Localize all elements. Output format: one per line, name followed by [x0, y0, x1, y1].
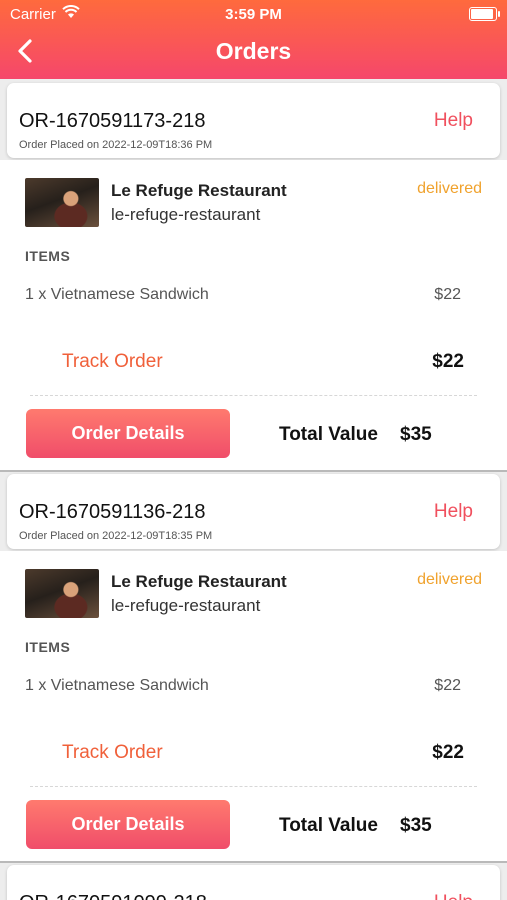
order-status: delivered: [417, 571, 482, 588]
help-link[interactable]: Help: [434, 892, 473, 900]
status-time: 3:59 PM: [225, 6, 282, 23]
total-value-label: Total Value: [279, 815, 378, 836]
page-title: Orders: [215, 38, 292, 64]
status-bar: Carrier 3:59 PM: [0, 0, 507, 28]
order-subtotal: $22: [432, 742, 464, 763]
help-link[interactable]: Help: [434, 110, 473, 132]
item-name: 1 x Vietnamese Sandwich: [25, 286, 209, 303]
order-id: OR-1670591173-218: [19, 110, 206, 132]
order-subtotal: $22: [432, 351, 464, 372]
track-order-link[interactable]: Track Order: [62, 742, 163, 764]
restaurant-thumbnail: [25, 569, 99, 618]
total-value-label: Total Value: [279, 424, 378, 445]
order-id: OR-1670591136-218: [19, 501, 206, 523]
track-order-link[interactable]: Track Order: [62, 351, 163, 373]
order-body: Le Refuge Restaurant le-refuge-restauran…: [0, 160, 507, 472]
items-heading: ITEMS: [25, 639, 71, 655]
dashed-divider: [30, 395, 477, 396]
restaurant-slug: le-refuge-restaurant: [111, 596, 261, 615]
order-status: delivered: [417, 180, 482, 197]
restaurant-name: Le Refuge Restaurant: [111, 572, 287, 591]
order-header-card: OR-1670591173-218 Order Placed on 2022-1…: [7, 83, 500, 158]
order-id: OR-1670591099-218: [19, 892, 207, 900]
order-details-button[interactable]: Order Details: [26, 800, 230, 849]
restaurant-name: Le Refuge Restaurant: [111, 181, 287, 200]
items-heading: ITEMS: [25, 248, 71, 264]
item-name: 1 x Vietnamese Sandwich: [25, 677, 209, 694]
dashed-divider: [30, 786, 477, 787]
help-link[interactable]: Help: [434, 501, 473, 523]
order-header-card: OR-1670591136-218 Order Placed on 2022-1…: [7, 474, 500, 549]
item-price: $22: [434, 677, 461, 694]
order-body: Le Refuge Restaurant le-refuge-restauran…: [0, 551, 507, 863]
order-placed-date: Order Placed on 2022-12-09T18:36 PM: [19, 139, 213, 151]
item-price: $22: [434, 286, 461, 303]
total-value-amount: $35: [400, 424, 432, 445]
restaurant-slug: le-refuge-restaurant: [111, 205, 261, 224]
order-header-card: OR-1670591099-218 Help: [7, 865, 500, 900]
order-card: OR-1670591136-218 Order Placed on 2022-1…: [0, 471, 507, 863]
order-details-button[interactable]: Order Details: [26, 409, 230, 458]
app-header: Carrier 3:59 PM Orders: [0, 0, 507, 79]
order-placed-date: Order Placed on 2022-12-09T18:35 PM: [19, 530, 213, 542]
restaurant-thumbnail: [25, 178, 99, 227]
order-card: OR-1670591173-218 Order Placed on 2022-1…: [0, 80, 507, 472]
battery-icon: [469, 7, 500, 21]
order-card: OR-1670591099-218 Help: [0, 862, 507, 900]
total-value-amount: $35: [400, 815, 432, 836]
